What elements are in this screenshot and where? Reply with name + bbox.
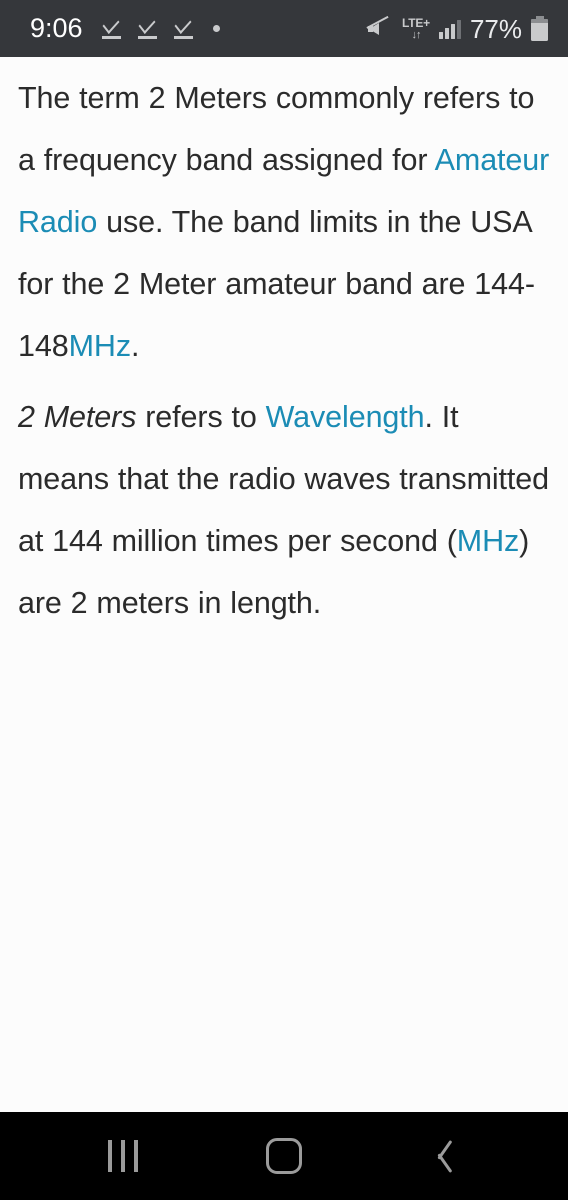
back-icon [428, 1138, 458, 1174]
recents-button[interactable] [68, 1112, 178, 1200]
status-bar-left: 9:06 [30, 13, 220, 43]
emphasis-2-meters: 2 Meters [18, 400, 137, 434]
link-wavelength[interactable]: Wavelength [266, 400, 425, 434]
notification-icons [101, 13, 220, 40]
network-type-indicator: LTE+ ↓↑ [402, 17, 430, 41]
paragraph-2: 2 Meters refers to Wavelength. It means … [18, 386, 550, 634]
task-complete-icon [173, 13, 195, 40]
paragraph-1-text-part-3: . [130, 329, 140, 363]
status-bar: 9:06 LTE+ ↓↑ 77% [0, 0, 568, 57]
back-button[interactable] [388, 1112, 498, 1200]
paragraph-1: The term 2 Meters commonly refers to a f… [18, 67, 550, 377]
phone-screen: 9:06 LTE+ ↓↑ 77% The term 2 Meters commo… [0, 0, 568, 1200]
data-transfer-arrows-icon: ↓↑ [411, 28, 421, 41]
article-content: The term 2 Meters commonly refers to a f… [0, 57, 568, 1112]
home-button[interactable] [229, 1112, 339, 1200]
task-complete-icon [101, 13, 123, 40]
status-bar-clock: 9:06 [30, 13, 83, 43]
volume-mute-icon [366, 15, 393, 40]
task-complete-icon [137, 13, 159, 40]
status-bar-right: LTE+ ↓↑ 77% [366, 13, 548, 44]
paragraph-2-text-part-1: refers to [136, 400, 266, 434]
network-type-label: LTE+ [401, 15, 430, 30]
dot-icon [212, 25, 220, 32]
home-icon [266, 1138, 302, 1174]
battery-icon [531, 16, 548, 41]
navigation-bar [0, 1112, 568, 1200]
recents-icon [108, 1140, 138, 1172]
link-mhz-2[interactable]: MHz [457, 524, 519, 558]
battery-percent-label: 77% [469, 13, 522, 44]
link-mhz-1[interactable]: MHz [69, 329, 131, 363]
signal-bars-icon [438, 19, 461, 39]
